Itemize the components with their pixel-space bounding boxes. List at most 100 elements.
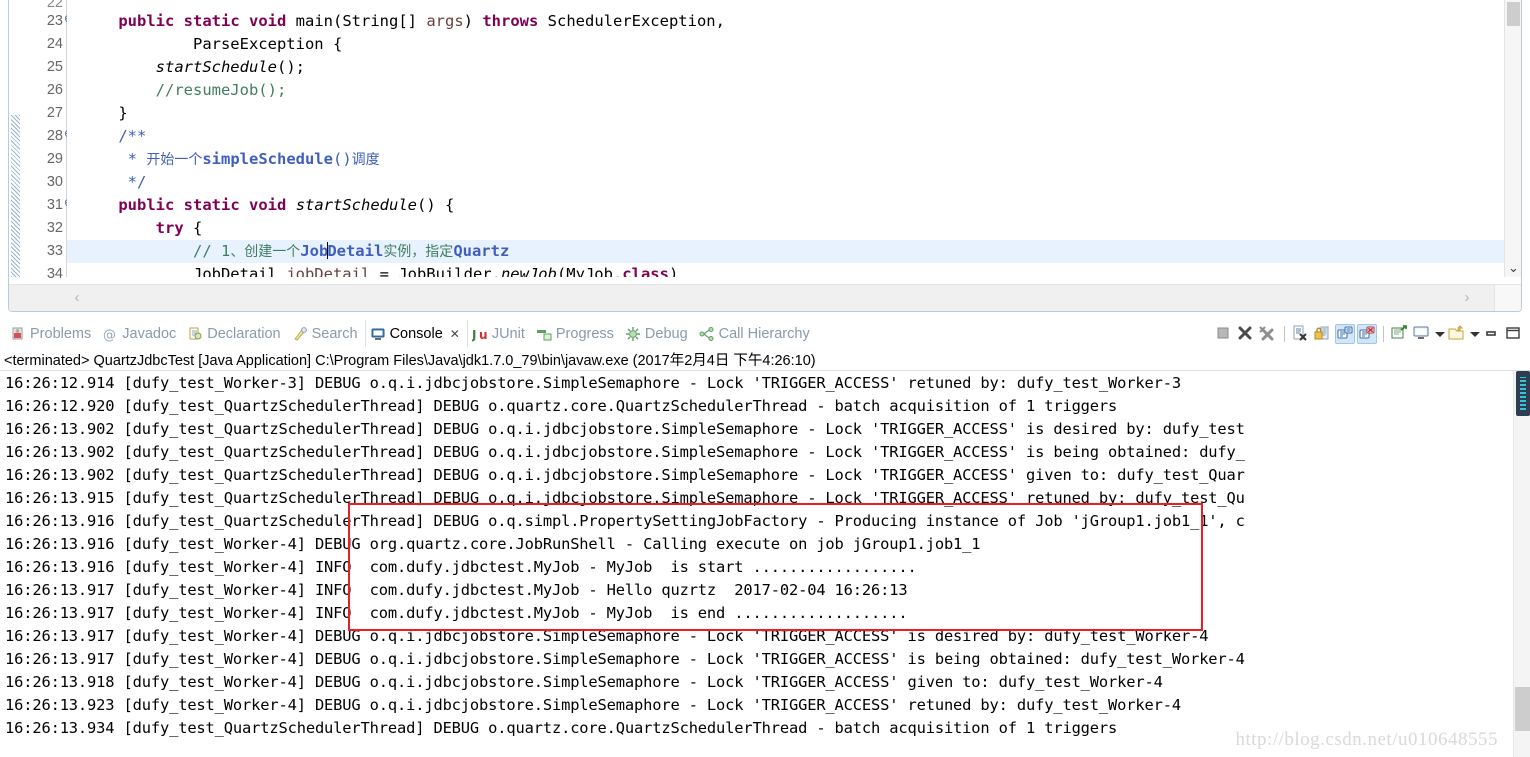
pin-console-button[interactable] <box>1390 324 1410 344</box>
code-line[interactable]: public static void startSchedule() { <box>67 194 1521 217</box>
view-tab-progress[interactable]: Progress <box>532 320 621 347</box>
view-tab-javadoc[interactable]: @ Javadoc <box>98 320 183 347</box>
view-tab-console[interactable]: Console ✕ <box>364 320 468 347</box>
view-tab-search[interactable]: Search <box>288 320 365 347</box>
code-line[interactable]: * 开始一个simpleSchedule()调度 <box>67 148 1521 171</box>
console-log-line: 16:26:13.923 [dufy_test_Worker-4] DEBUG … <box>5 696 1181 714</box>
view-tab-label: Call Hierarchy <box>718 325 810 342</box>
open-console-icon <box>1447 324 1465 346</box>
line-number: 29 <box>46 151 63 167</box>
console-view-toolbar <box>1214 321 1524 346</box>
svg-text:u: u <box>479 328 488 342</box>
progress-icon <box>536 326 552 342</box>
view-tab-declaration[interactable]: Declaration <box>183 320 287 347</box>
line-number: 34 <box>46 266 63 282</box>
chevron-right-icon[interactable]: › <box>1457 288 1477 308</box>
console-log-line: 16:26:13.917 [dufy_test_Worker-4] DEBUG … <box>5 627 1209 645</box>
console-icon <box>370 326 386 342</box>
editor-vertical-scrollbar[interactable]: ⌄ <box>1504 0 1521 277</box>
search-icon <box>292 326 308 342</box>
console-log-line: 16:26:13.902 [dufy_test_QuartzSchedulerT… <box>5 443 1245 461</box>
editor-text-area[interactable]: public static void main(String[] args) t… <box>67 0 1521 277</box>
view-tab-problems[interactable]: Problems <box>6 320 98 347</box>
window-scrollbar-thumb[interactable] <box>1516 371 1530 416</box>
line-number-partial: 22 <box>46 0 63 10</box>
code-line[interactable]: JobDetail jobDetail = JobBuilder.newJob(… <box>67 263 1521 277</box>
console-log-line: 16:26:13.917 [dufy_test_Worker-4] INFO c… <box>5 604 908 622</box>
editor-body: 22 23⊖ 24 25 26 27 28⊖ 29 30 31⊖ 32 33 34 public st… <box>9 0 1521 282</box>
console-vertical-scrollbar[interactable]: ⌃ <box>1513 371 1530 757</box>
show-console-on-error-button[interactable] <box>1357 323 1377 344</box>
scroll-lock-button[interactable] <box>1313 324 1333 344</box>
clear-console-icon <box>1291 325 1309 346</box>
code-line[interactable]: startSchedule(); <box>67 56 1521 79</box>
svg-text:@: @ <box>103 328 116 342</box>
code-line[interactable]: try { <box>67 217 1521 240</box>
line-number: 33 <box>46 243 63 259</box>
remove-all-launches-button[interactable] <box>1258 324 1278 344</box>
view-tab-junit[interactable]: Ju JUnit <box>468 320 532 347</box>
console-log-line: 16:26:13.917 [dufy_test_Worker-4] DEBUG … <box>5 650 1245 668</box>
console-log-line: 16:26:12.920 [dufy_test_QuartzSchedulerT… <box>5 397 1118 415</box>
display-selected-console-button[interactable] <box>1412 324 1432 344</box>
close-icon[interactable]: ✕ <box>450 327 460 341</box>
editor-horizontal-scrollbar[interactable]: ‹ › <box>9 284 1521 311</box>
console-process-label: <terminated> QuartzJdbcTest [Java Applic… <box>4 353 816 369</box>
console-log-line: 16:26:13.902 [dufy_test_QuartzSchedulerT… <box>5 420 1245 438</box>
chevron-down-icon[interactable] <box>1469 324 1480 344</box>
minimize-button[interactable] <box>1482 324 1502 344</box>
console-log-line: 16:26:13.918 [dufy_test_Worker-4] DEBUG … <box>5 673 1163 691</box>
remove-launch-button[interactable] <box>1236 324 1256 344</box>
console-log-line: 16:26:13.917 [dufy_test_Worker-4] INFO c… <box>5 581 908 599</box>
editor-annotation-ruler[interactable] <box>9 0 22 277</box>
show-console-on-output-button[interactable] <box>1335 323 1355 344</box>
code-line[interactable]: public static void main(String[] args) t… <box>67 10 1521 33</box>
line-number: 25 <box>46 59 63 75</box>
changed-lines-marker <box>11 115 20 277</box>
console-log-line: 16:26:13.916 [dufy_test_Worker-4] DEBUG … <box>5 535 981 553</box>
view-tab-list: Problems @ Javadoc Declaration Search Console… <box>6 320 817 347</box>
watermark-text: http://blog.csdn.net/u010648555 <box>1235 729 1498 750</box>
console-vscroll-thumb[interactable] <box>1515 687 1530 731</box>
stop-square-icon <box>1214 327 1232 346</box>
line-number: 31⊖ <box>22 194 73 217</box>
pin-console-icon <box>1390 324 1408 346</box>
line-number: 30 <box>46 174 63 190</box>
eclipse-ide-window: 22 23⊖ 24 25 26 27 28⊖ 29 30 31⊖ 32 33 34 public st… <box>0 0 1530 757</box>
toolbar-separator <box>1383 325 1384 342</box>
view-tab-debug[interactable]: Debug <box>621 320 695 347</box>
problems-icon <box>10 326 26 342</box>
view-tab-label: Javadoc <box>122 325 177 342</box>
code-line[interactable]: */ <box>67 171 1521 194</box>
view-tab-call-hierarchy[interactable]: Call Hierarchy <box>695 320 817 347</box>
view-tab-label: Console <box>389 325 443 342</box>
terminate-button[interactable] <box>1214 324 1234 344</box>
code-line[interactable]: } <box>67 102 1521 125</box>
code-line[interactable]: // 1、创建一个JobDetail实例，指定Quartz <box>67 240 1521 263</box>
console-log-line: 16:26:12.914 [dufy_test_Worker-3] DEBUG … <box>5 374 1181 392</box>
code-line[interactable]: //resumeJob(); <box>67 79 1521 102</box>
view-tab-label: Problems <box>30 325 92 342</box>
console-log-line: 16:26:13.915 [dufy_test_QuartzSchedulerT… <box>5 489 1245 507</box>
open-console-button[interactable] <box>1447 324 1467 344</box>
console-log[interactable]: 16:26:12.914 [dufy_test_Worker-3] DEBUG … <box>5 372 1500 740</box>
remove-all-x-icon <box>1258 325 1276 346</box>
junit-icon: Ju <box>471 326 488 342</box>
declaration-icon <box>187 326 203 342</box>
chevron-down-icon[interactable]: ⌄ <box>1505 260 1521 277</box>
chevron-down-icon[interactable] <box>1434 324 1445 344</box>
maximize-button[interactable] <box>1504 324 1524 344</box>
line-number: 28⊖ <box>22 125 73 148</box>
maximize-icon <box>1504 326 1522 346</box>
view-tab-label: Debug <box>644 325 688 342</box>
editor-vscroll-thumb[interactable] <box>1507 2 1520 26</box>
console-log-line: 16:26:13.916 [dufy_test_Worker-4] INFO c… <box>5 558 917 576</box>
console-output-region[interactable]: 16:26:12.914 [dufy_test_Worker-3] DEBUG … <box>0 371 1530 757</box>
clear-console-button[interactable] <box>1291 324 1311 344</box>
chevron-left-icon[interactable]: ‹ <box>67 288 87 308</box>
view-tab-label: Search <box>311 325 358 342</box>
javadoc-icon: @ <box>102 326 118 343</box>
code-line[interactable]: /** <box>67 125 1521 148</box>
code-line[interactable]: ParseException { <box>67 33 1521 56</box>
line-number: 26 <box>46 82 63 98</box>
